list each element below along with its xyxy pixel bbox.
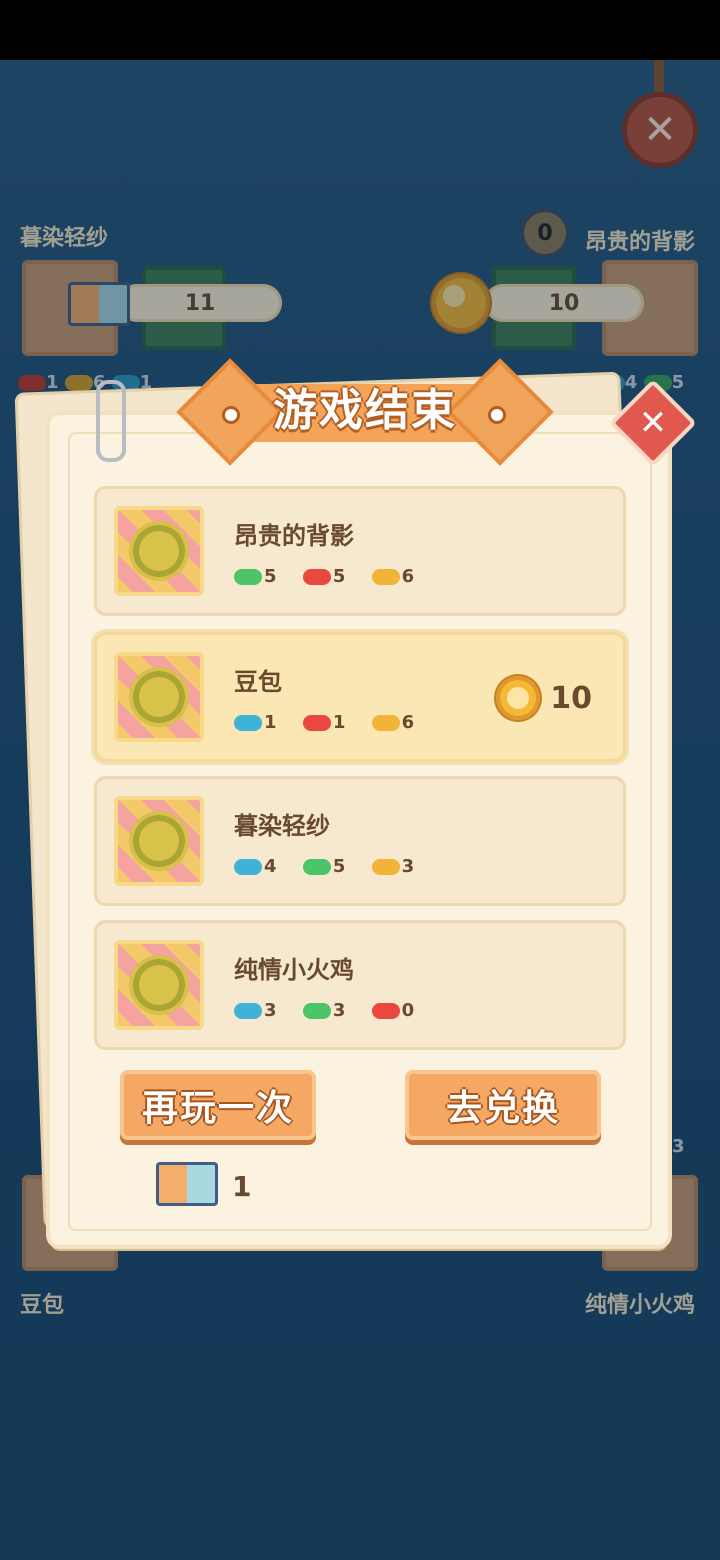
green-pill-icon	[234, 569, 262, 585]
player-avatar	[114, 940, 204, 1030]
flower-icon	[139, 965, 179, 1005]
stat-value: 4	[264, 856, 277, 877]
stat-value: 6	[401, 712, 415, 733]
player-stats: 3 3 0	[234, 1000, 434, 1021]
stat-value: 1	[264, 712, 277, 733]
blue-pill-icon	[234, 1003, 262, 1019]
yellow-pill-icon	[371, 569, 400, 585]
ticket-earned: 1	[232, 1170, 252, 1203]
stat-value: 3	[264, 1000, 277, 1021]
player-stats: 1 1 6	[234, 712, 434, 733]
stat-value: 5	[332, 566, 346, 587]
stat-value: 3	[332, 1000, 346, 1021]
yellow-pill-icon	[371, 715, 400, 731]
player-stats: 5 5 6	[234, 566, 434, 587]
player-stats: 4 5 3	[234, 856, 434, 877]
player-avatar	[114, 652, 204, 742]
replay-button[interactable]: 再玩一次	[120, 1070, 316, 1140]
coin-icon	[496, 676, 541, 720]
stat-value: 1	[332, 712, 346, 733]
player-avatar	[114, 506, 204, 596]
player-name: 暮染轻纱	[234, 812, 330, 840]
red-pill-icon	[302, 715, 331, 731]
stat-value: 6	[401, 566, 415, 587]
result-card: 纯情小火鸡 3 3 0	[94, 920, 626, 1050]
flower-icon	[139, 821, 179, 861]
stat-value: 5	[332, 856, 346, 877]
flower-icon	[139, 531, 179, 571]
coin-reward: 10	[496, 676, 592, 720]
red-pill-icon	[371, 1003, 400, 1019]
reward-amount: 10	[550, 680, 592, 716]
result-card: 暮染轻纱 4 5 3	[94, 776, 626, 906]
yellow-pill-icon	[371, 859, 400, 875]
ticket-icon	[156, 1162, 218, 1206]
stat-value: 0	[401, 1000, 415, 1021]
stat-value: 5	[264, 566, 277, 587]
stat-value: 3	[401, 856, 415, 877]
player-name: 豆包	[234, 668, 282, 696]
red-pill-icon	[302, 569, 331, 585]
dialog-title: 游戏结束	[273, 385, 457, 436]
close-icon[interactable]: ✕	[622, 392, 684, 454]
player-name: 昂贵的背影	[234, 522, 354, 550]
blue-pill-icon	[234, 859, 262, 875]
green-pill-icon	[302, 859, 331, 875]
blue-pill-icon	[234, 715, 262, 731]
player-avatar	[114, 796, 204, 886]
exchange-button[interactable]: 去兑换	[405, 1070, 601, 1140]
result-card-winner: 豆包 1 1 6 10	[94, 632, 626, 762]
player-name: 纯情小火鸡	[234, 956, 354, 984]
paperclip-icon	[96, 380, 126, 462]
status-bar	[0, 0, 720, 60]
flower-icon	[139, 677, 179, 717]
green-pill-icon	[302, 1003, 331, 1019]
result-card: 昂贵的背影 5 5 6	[94, 486, 626, 616]
